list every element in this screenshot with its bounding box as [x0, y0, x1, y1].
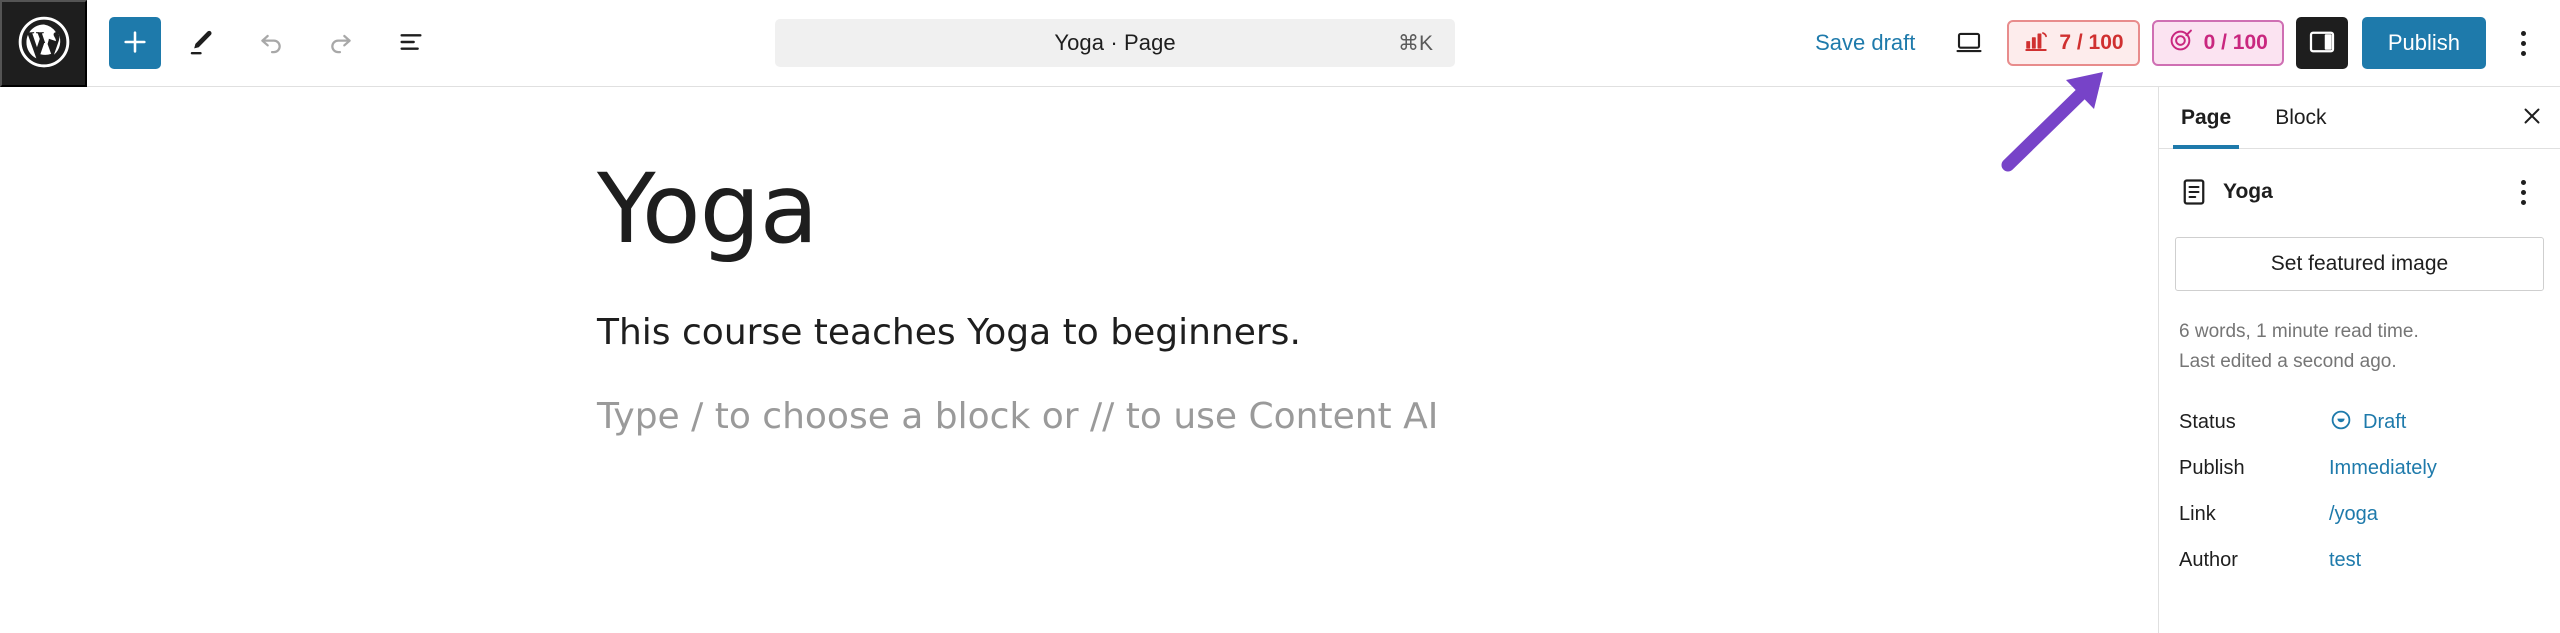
row-status: Status Draft [2179, 400, 2540, 446]
vertical-ellipsis-icon [2520, 30, 2526, 56]
status-draft-icon [2329, 408, 2353, 438]
tools-mode-button[interactable] [171, 13, 231, 73]
undo-button[interactable] [241, 13, 301, 73]
settings-panel-toggle[interactable] [2295, 17, 2348, 69]
pencil-icon [185, 26, 217, 61]
add-block-button[interactable] [109, 17, 161, 69]
sidebar-panel-icon [2307, 27, 2337, 60]
seo-score-value: 7 / 100 [2059, 31, 2124, 54]
command-bar-title: Yoga · Page [1054, 30, 1176, 55]
sidebar-tabs: Page Block [2159, 87, 2560, 149]
post-title[interactable]: Yoga [597, 159, 2097, 260]
last-edited-text: Last edited a second ago. [2179, 351, 2397, 373]
editor-options-button[interactable] [2500, 15, 2546, 71]
list-view-icon [395, 26, 427, 61]
document-summary-row: Yoga [2175, 169, 2544, 215]
paragraph-block[interactable]: This course teaches Yoga to beginners. [597, 308, 2097, 358]
editor-tools [87, 13, 441, 73]
content-ai-badge[interactable]: 0 / 100 [2151, 20, 2284, 66]
status-value-text: Draft [2363, 411, 2407, 434]
publish-value-button[interactable]: Immediately [2329, 457, 2437, 480]
row-publish: Publish Immediately [2179, 446, 2540, 492]
command-bar-shortcut: ⌘K [1398, 31, 1434, 55]
content-ai-target-icon [2168, 27, 2194, 59]
row-link: Link /yoga [2179, 492, 2540, 538]
document-properties: Status Draft Publish Immediately Link /y… [2175, 400, 2544, 584]
wordpress-logo-icon [17, 15, 71, 72]
vertical-ellipsis-icon [2520, 179, 2526, 205]
settings-sidebar: Page Block Yoga Set featured image 6 wor… [2158, 87, 2560, 633]
row-author: Author test [2179, 538, 2540, 584]
document-content: Yoga This course teaches Yoga to beginne… [597, 159, 2097, 443]
wordpress-logo-button[interactable] [0, 0, 87, 87]
close-x-icon [2519, 103, 2545, 132]
sidebar-body: Yoga Set featured image 6 words, 1 minut… [2159, 149, 2560, 584]
redo-arrow-icon [325, 26, 357, 61]
document-actions-button[interactable] [2506, 172, 2540, 212]
editor-canvas[interactable]: Yoga This course teaches Yoga to beginne… [0, 87, 2158, 633]
link-label: Link [2179, 503, 2216, 526]
publish-button[interactable]: Publish [2361, 17, 2486, 69]
status-label: Status [2179, 411, 2236, 434]
document-overview-button[interactable] [381, 13, 441, 73]
document-stats: 6 words, 1 minute read time. Last edited… [2175, 317, 2544, 378]
link-value-button[interactable]: /yoga [2329, 503, 2378, 526]
word-count-text: 6 words, 1 minute read time. [2179, 321, 2419, 342]
seo-score-icon [2023, 27, 2049, 59]
content-ai-score-value: 0 / 100 [2203, 31, 2268, 54]
author-label: Author [2179, 549, 2238, 572]
command-bar-wrapper: Yoga · Page ⌘K [441, 19, 1789, 67]
view-device-button[interactable] [1941, 15, 1997, 71]
editor-header: Yoga · Page ⌘K Save draft 7 / 100 0 / 10… [0, 0, 2560, 87]
tab-block[interactable]: Block [2253, 87, 2348, 148]
undo-arrow-icon [255, 26, 287, 61]
document-title: Yoga [2223, 180, 2273, 203]
status-value-button[interactable]: Draft [2329, 408, 2406, 438]
set-featured-image-button[interactable]: Set featured image [2175, 237, 2544, 291]
save-draft-button[interactable]: Save draft [1789, 30, 1941, 56]
tab-page[interactable]: Page [2159, 87, 2253, 149]
command-bar[interactable]: Yoga · Page ⌘K [775, 19, 1456, 67]
close-sidebar-button[interactable] [2504, 87, 2560, 148]
plus-icon [119, 26, 151, 61]
redo-button[interactable] [311, 13, 371, 73]
desktop-device-icon [1954, 27, 1984, 60]
header-actions: Save draft 7 / 100 0 / 100 Publish [1789, 15, 2560, 71]
page-document-icon [2179, 177, 2209, 207]
author-value-button[interactable]: test [2329, 549, 2361, 572]
empty-block-placeholder[interactable]: Type / to choose a block or // to use Co… [597, 392, 2097, 442]
seo-score-badge[interactable]: 7 / 100 [2007, 20, 2140, 66]
publish-label: Publish [2179, 457, 2245, 480]
